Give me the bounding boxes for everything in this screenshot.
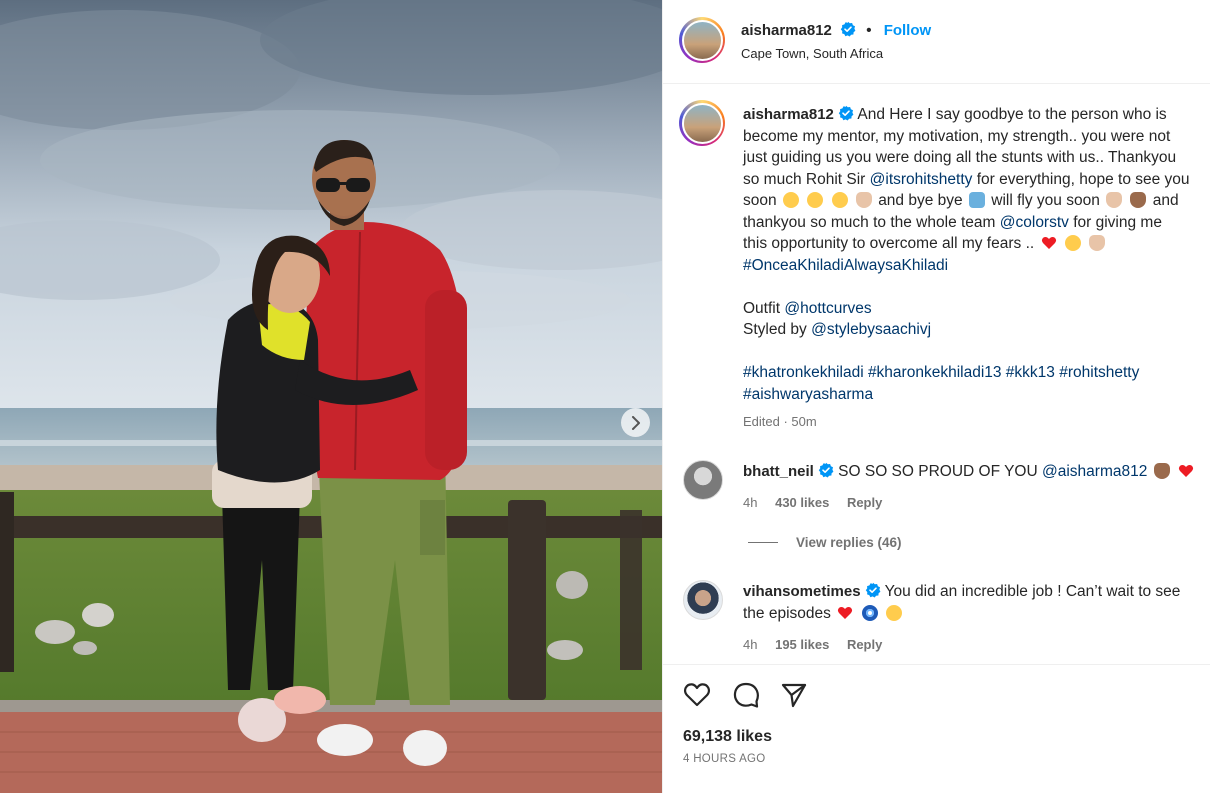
post-timestamp: 4 HOURS AGO xyxy=(683,753,766,765)
nazar-amulet-emoji-icon xyxy=(861,604,878,621)
post-image xyxy=(0,0,662,793)
reply-button[interactable]: Reply xyxy=(847,495,882,510)
heart-icon[interactable] xyxy=(683,681,711,709)
comment-meta: 4h 430 likes Reply xyxy=(743,495,882,510)
mention-link[interactable]: @itsrohitshetty xyxy=(870,171,973,188)
caption-text: this opportunity to overcome all my fear… xyxy=(743,235,1035,252)
raised-hands-emoji-icon xyxy=(1130,192,1147,208)
mention-link[interactable]: @colorstv xyxy=(1000,214,1069,231)
mention-link[interactable]: @stylebysaachivj xyxy=(811,321,931,338)
carousel-next-button[interactable] xyxy=(621,408,650,437)
comment-username[interactable]: bhatt_neil xyxy=(743,463,814,480)
helicopter-emoji-icon xyxy=(968,192,985,208)
comment-text: SO SO SO PROUD OF YOU xyxy=(838,463,1038,480)
commenter-avatar[interactable] xyxy=(683,580,723,620)
comment-icon[interactable] xyxy=(732,681,760,709)
caption-text: so much Rohit Sir xyxy=(743,170,866,188)
caption-text: for everything, hope to see you xyxy=(976,170,1190,188)
red-heart-emoji-icon xyxy=(1178,465,1194,477)
caption-text: and xyxy=(1152,192,1179,209)
comment-age: 4h xyxy=(743,637,758,652)
follow-button[interactable]: Follow xyxy=(884,22,932,39)
post-sidebar: aisharma812 • Follow Cape Town, South Af… xyxy=(662,0,1210,793)
caption-line: just guiding us you were doing all the s… xyxy=(743,149,1177,166)
caption-text: for giving me xyxy=(1073,213,1162,231)
comment-text: You did an incredible job ! Can’t wait t… xyxy=(884,583,1181,600)
commenter-avatar[interactable] xyxy=(683,460,723,500)
verified-icon xyxy=(818,462,834,478)
comment-likes[interactable]: 430 likes xyxy=(775,495,829,510)
crying-emoji-icon xyxy=(831,192,848,208)
comment: vihansometimes You did an incredible job… xyxy=(743,581,1180,624)
verified-icon xyxy=(865,582,880,598)
author-avatar[interactable] xyxy=(679,17,725,63)
post-actions-bar: 69,138 likes 4 HOURS AGO xyxy=(663,664,1210,793)
angel-emoji-icon xyxy=(782,192,799,208)
caption-line: become my mentor, my motivation, my stre… xyxy=(743,127,1171,145)
hashtag-link[interactable]: #OnceaKhiladiAlwaysaKhiladi xyxy=(743,257,948,274)
edited-timestamp: Edited · 50m xyxy=(743,414,817,429)
crossed-fingers-emoji-icon xyxy=(1106,192,1123,208)
red-heart-emoji-icon xyxy=(1041,237,1056,249)
caption-text: Styled by xyxy=(743,321,807,338)
view-replies-button[interactable]: View replies (46) xyxy=(748,535,902,550)
comment-username[interactable]: vihansometimes xyxy=(743,583,861,600)
comment-age: 4h xyxy=(743,495,758,510)
comment: bhatt_neil SO SO SO PROUD OF YOU @aishar… xyxy=(743,461,1196,483)
hashtag-list[interactable]: #khatronkekhiladi #kharonkekhiladi13 #kk… xyxy=(743,362,1210,384)
verified-icon xyxy=(840,21,856,37)
hugging-emoji-icon xyxy=(807,192,824,208)
comment-likes[interactable]: 195 likes xyxy=(775,637,829,652)
hugging-emoji-icon xyxy=(885,604,902,621)
divider xyxy=(748,542,778,543)
caption-line: And Here I say goodbye to the person who… xyxy=(857,106,1167,123)
separator-dot: • xyxy=(866,22,872,39)
header-title-row: aisharma812 • Follow xyxy=(741,21,931,39)
post-header: aisharma812 • Follow Cape Town, South Af… xyxy=(663,0,1210,84)
caption-text: will fly you soon xyxy=(991,192,1100,209)
chevron-right-icon xyxy=(631,415,640,430)
view-replies-label: View replies (46) xyxy=(796,535,902,550)
post-caption: aisharma812 And Here I say goodbye to th… xyxy=(743,104,1210,433)
caption-text: Outfit xyxy=(743,299,781,317)
raised-hands-emoji-icon xyxy=(855,192,872,208)
raised-hands-emoji-icon xyxy=(1153,463,1170,479)
mention-link[interactable]: @hottcurves xyxy=(784,300,871,317)
verified-icon xyxy=(838,105,854,121)
comment-text: the episodes xyxy=(743,604,831,622)
reply-button[interactable]: Reply xyxy=(847,637,882,652)
share-icon[interactable] xyxy=(780,681,808,709)
angel-emoji-icon xyxy=(1064,235,1081,251)
like-count[interactable]: 69,138 likes xyxy=(683,728,772,746)
caption-author-username[interactable]: aisharma812 xyxy=(743,106,834,123)
caption-text: thankyou so much to the whole team xyxy=(743,213,996,231)
post-location[interactable]: Cape Town, South Africa xyxy=(741,46,883,61)
comment-meta: 4h 195 likes Reply xyxy=(743,637,882,652)
caption-text: and bye bye xyxy=(878,192,963,209)
caption-author-avatar[interactable] xyxy=(679,100,725,146)
mention-link[interactable]: @aisharma812 xyxy=(1042,463,1147,480)
raised-hands-emoji-icon xyxy=(1089,235,1106,251)
red-heart-emoji-icon xyxy=(838,606,853,619)
post-photo[interactable] xyxy=(0,0,662,793)
author-username[interactable]: aisharma812 xyxy=(741,22,832,39)
hashtag-list[interactable]: #aishwaryasharma xyxy=(743,384,1210,406)
caption-text: soon xyxy=(743,192,777,209)
